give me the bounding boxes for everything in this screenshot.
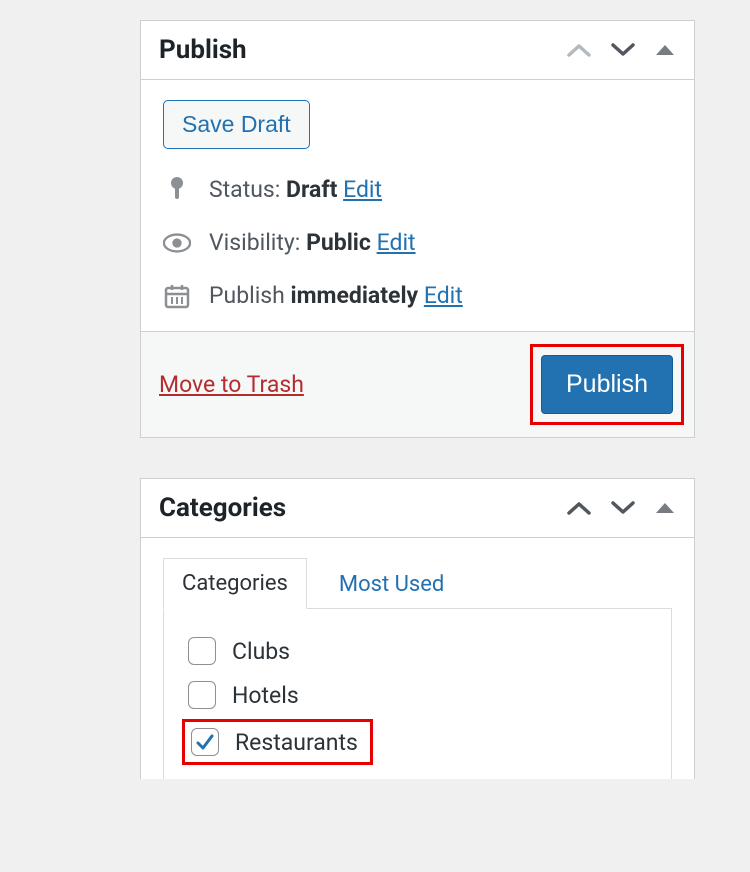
category-item: Clubs (188, 637, 647, 665)
save-draft-button[interactable]: Save Draft (163, 100, 310, 149)
category-list: Clubs Hotels Restaurants (163, 608, 672, 779)
visibility-edit-link[interactable]: Edit (377, 229, 416, 256)
publish-panel-title: Publish (159, 35, 247, 65)
move-up-icon[interactable] (566, 43, 592, 57)
panel-controls (566, 501, 676, 515)
tab-all-categories[interactable]: Categories (163, 558, 307, 609)
calendar-icon (163, 283, 191, 309)
schedule-row: Publish immediately Edit (163, 282, 672, 309)
visibility-label: Visibility: Public Edit (209, 229, 416, 256)
publish-highlight: Publish (530, 344, 684, 425)
checkbox-hotels[interactable] (188, 681, 216, 709)
category-label: Restaurants (235, 729, 358, 756)
status-label: Status: Draft Edit (209, 176, 382, 203)
move-up-icon[interactable] (566, 501, 592, 515)
panel-controls (566, 43, 676, 57)
publish-panel-footer: Move to Trash Publish (141, 331, 694, 437)
category-tabs: Categories Most Used (163, 558, 672, 609)
category-label: Hotels (232, 682, 299, 709)
eye-icon (163, 233, 191, 253)
categories-panel-body: Categories Most Used Clubs Hotels Restau… (141, 538, 694, 779)
status-row: Status: Draft Edit (163, 175, 672, 203)
publish-panel-header: Publish (141, 21, 694, 80)
category-label: Clubs (232, 638, 290, 665)
move-down-icon[interactable] (610, 501, 636, 515)
categories-panel-title: Categories (159, 493, 286, 523)
move-down-icon[interactable] (610, 43, 636, 57)
visibility-row: Visibility: Public Edit (163, 229, 672, 256)
schedule-label: Publish immediately Edit (209, 282, 463, 309)
tab-most-used[interactable]: Most Used (321, 560, 462, 609)
checkbox-clubs[interactable] (188, 637, 216, 665)
checkbox-restaurants[interactable] (191, 728, 219, 756)
collapse-icon[interactable] (654, 43, 676, 57)
categories-panel-header: Categories (141, 479, 694, 538)
category-highlight: Restaurants (188, 725, 647, 759)
publish-panel: Publish Save Draft Status: Draft Edit (140, 20, 695, 438)
publish-button[interactable]: Publish (541, 355, 673, 414)
categories-panel: Categories Categories Most Used Clubs (140, 478, 695, 779)
move-to-trash-link[interactable]: Move to Trash (159, 371, 304, 398)
schedule-edit-link[interactable]: Edit (424, 282, 463, 309)
collapse-icon[interactable] (654, 501, 676, 515)
status-edit-link[interactable]: Edit (343, 176, 382, 203)
pin-icon (163, 175, 191, 203)
publish-panel-body: Save Draft Status: Draft Edit Visibility… (141, 80, 694, 331)
category-item: Hotels (188, 681, 647, 709)
